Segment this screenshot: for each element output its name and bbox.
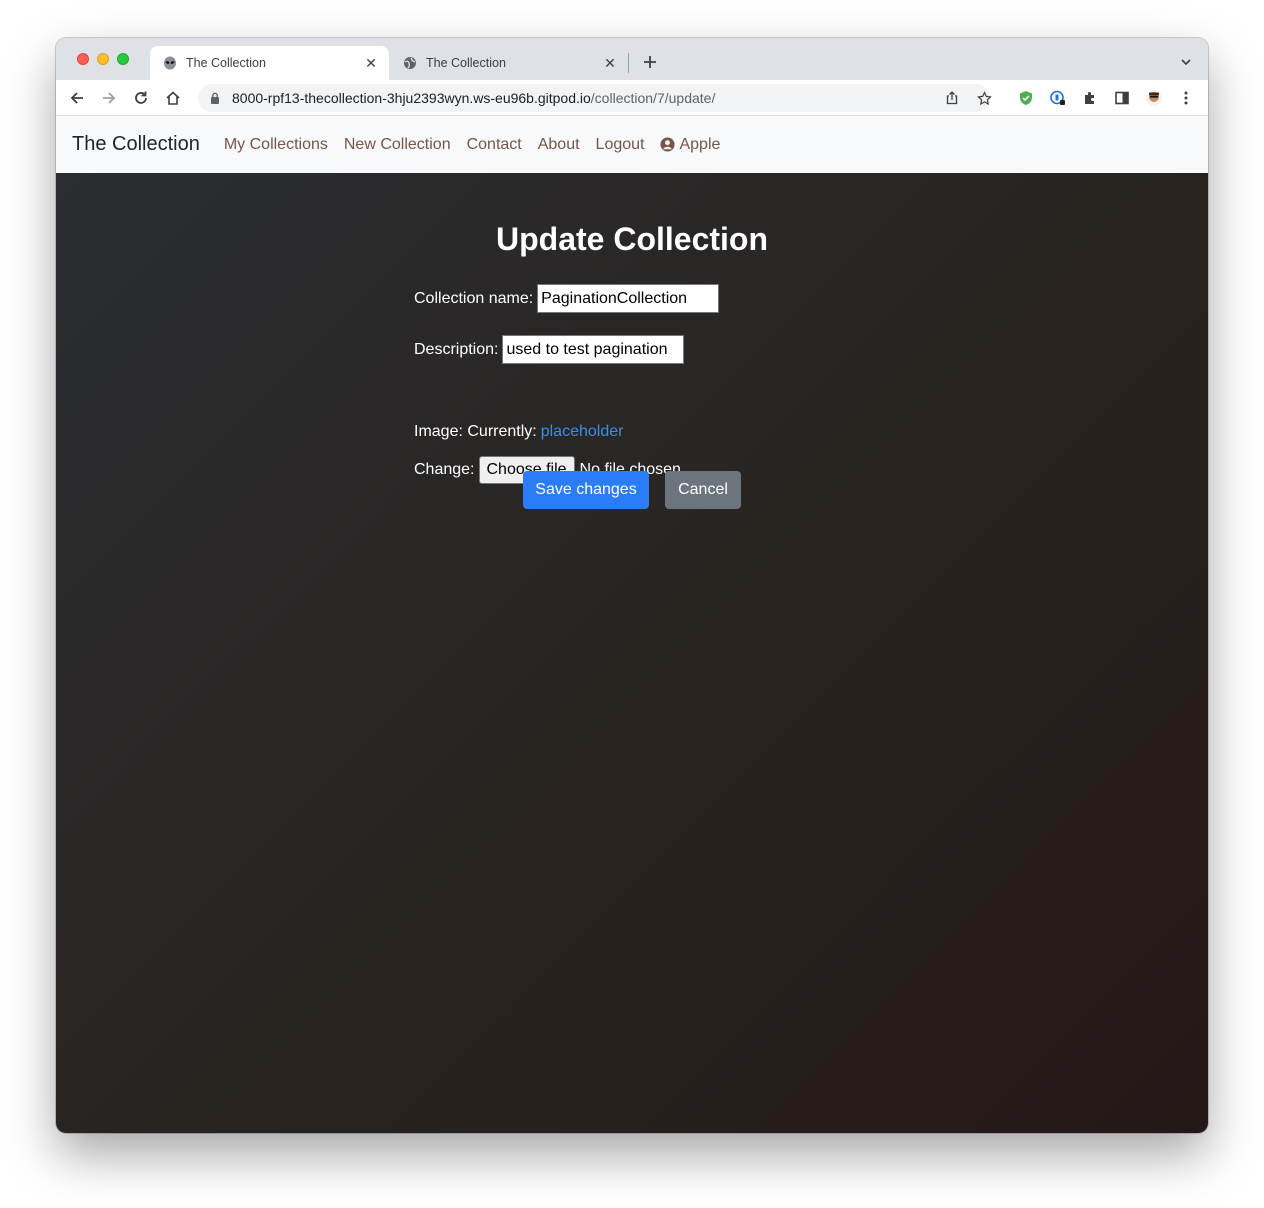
tab-title: The Collection	[186, 56, 266, 70]
close-window-button[interactable]	[77, 53, 89, 65]
main-content: Update Collection Collection name: Pagin…	[56, 173, 1208, 1133]
image-row: Image: Currently: placeholder	[414, 423, 623, 441]
user-name: Apple	[679, 135, 721, 153]
url-path: /collection/7/update/	[590, 90, 716, 106]
nav-my-collections[interactable]: My Collections	[224, 136, 328, 154]
description-label: Description:	[414, 340, 499, 358]
globe-icon	[402, 55, 418, 71]
tab-strip: The Collection ✕ The Collection ✕	[56, 38, 1208, 80]
name-row: Collection name: PaginationCollection	[414, 284, 720, 313]
chevron-down-icon[interactable]	[1176, 52, 1196, 72]
password-extension-icon[interactable]	[1046, 86, 1070, 110]
profile-avatar-icon[interactable]	[1142, 86, 1166, 110]
user-circle-icon	[660, 137, 676, 152]
new-tab-button[interactable]	[640, 52, 660, 72]
tab-active[interactable]: The Collection ✕	[150, 46, 389, 80]
tab-title: The Collection	[426, 56, 506, 70]
close-icon[interactable]: ✕	[363, 55, 379, 71]
tab-inactive[interactable]: The Collection ✕	[390, 46, 628, 80]
alien-icon	[162, 55, 178, 71]
minimize-window-button[interactable]	[97, 53, 109, 65]
nav-new-collection[interactable]: New Collection	[344, 136, 451, 154]
collection-name-input[interactable]: PaginationCollection	[537, 284, 720, 313]
tab-separator	[628, 53, 629, 73]
site-navbar: The Collection My Collections New Collec…	[56, 116, 1208, 173]
reload-icon[interactable]	[129, 86, 153, 110]
cancel-button[interactable]: Cancel	[665, 471, 741, 509]
site-brand[interactable]: The Collection	[72, 133, 200, 156]
shield-extension-icon[interactable]	[1014, 86, 1038, 110]
browser-toolbar: 8000-rpf13-thecollection-3hju2393wyn.ws-…	[56, 80, 1208, 116]
browser-window: The Collection ✕ The Collection ✕ 8000-r…	[56, 38, 1208, 1133]
image-label: Image: Currently:	[414, 423, 537, 440]
puzzle-icon[interactable]	[1078, 86, 1102, 110]
share-icon[interactable]	[942, 88, 962, 108]
description-input[interactable]: used to test pagination	[502, 335, 685, 364]
nav-contact[interactable]: Contact	[467, 136, 522, 154]
side-panel-icon[interactable]	[1110, 86, 1134, 110]
nav-logout[interactable]: Logout	[596, 136, 645, 154]
address-bar[interactable]: 8000-rpf13-thecollection-3hju2393wyn.ws-…	[198, 84, 992, 112]
home-icon[interactable]	[161, 86, 185, 110]
star-icon[interactable]	[974, 88, 994, 108]
name-label: Collection name:	[414, 289, 534, 307]
page-title: Update Collection	[495, 221, 768, 257]
nav-about[interactable]: About	[538, 136, 580, 154]
save-changes-button[interactable]: Save changes	[523, 471, 649, 509]
forward-icon[interactable]	[97, 86, 121, 110]
url-text: 8000-rpf13-thecollection-3hju2393wyn.ws-…	[232, 90, 715, 106]
kebab-menu-icon[interactable]	[1174, 86, 1198, 110]
change-label: Change:	[414, 461, 475, 478]
close-icon[interactable]: ✕	[602, 55, 618, 71]
nav-user[interactable]: Apple	[660, 136, 720, 154]
maximize-window-button[interactable]	[117, 53, 129, 65]
back-icon[interactable]	[65, 86, 89, 110]
description-row: Description: used to test pagination	[414, 335, 685, 364]
lock-icon[interactable]	[208, 92, 222, 104]
image-current-link[interactable]: placeholder	[541, 423, 624, 441]
url-host: 8000-rpf13-thecollection-3hju2393wyn.ws-…	[232, 90, 591, 106]
